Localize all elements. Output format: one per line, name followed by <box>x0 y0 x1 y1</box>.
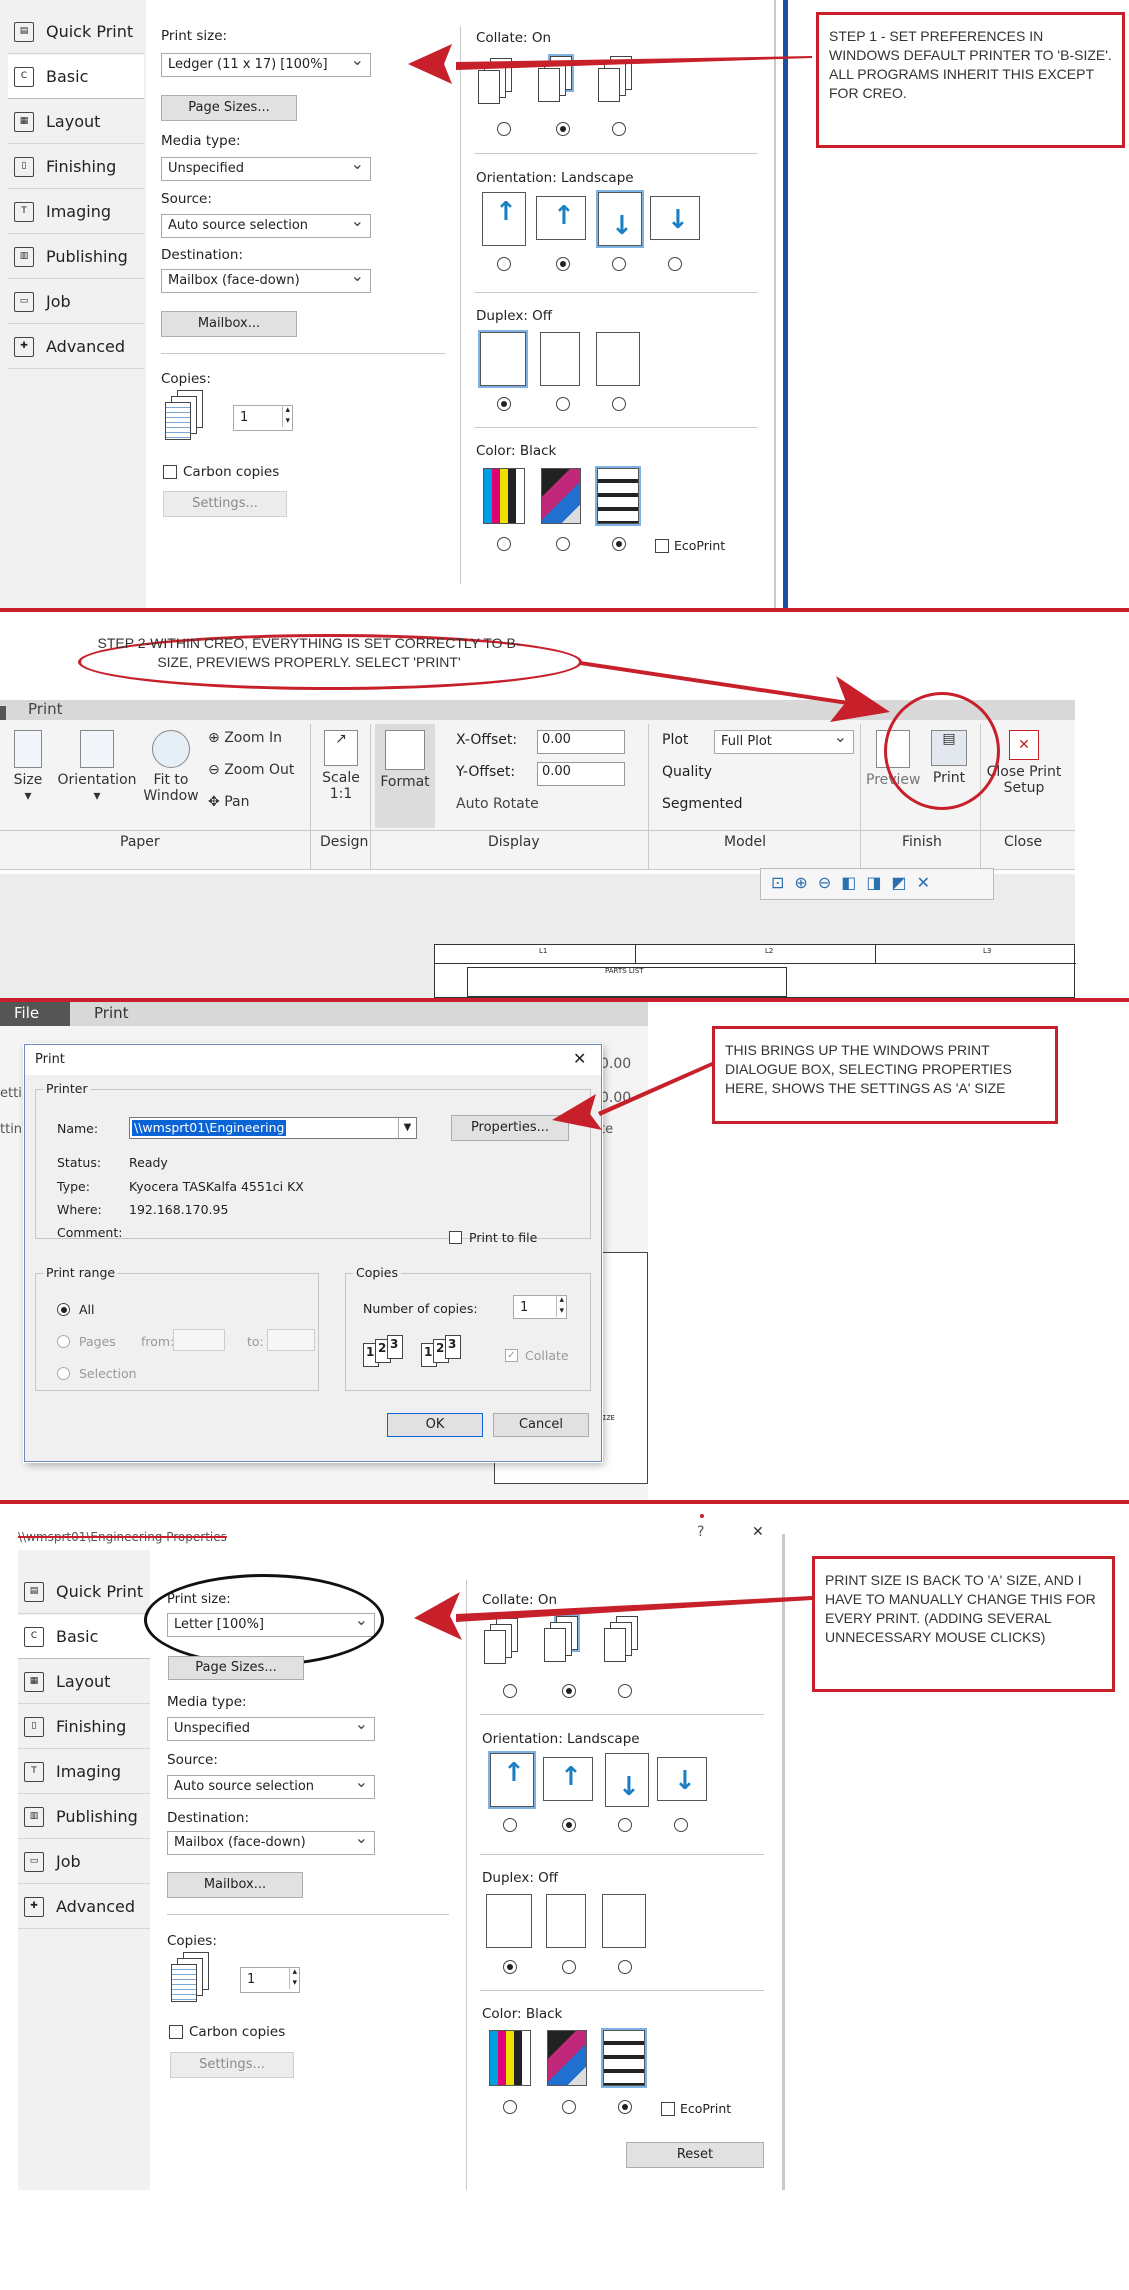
arrow-step3 <box>552 1062 712 1130</box>
arrow-step1 <box>408 44 812 84</box>
arrow-step4 <box>414 1592 812 1640</box>
section-properties-revisited: \\wmsprt01\Engineering Properties ? ✕ ▤ Q… <box>0 1504 1129 2290</box>
composite-screenshot: ▤ Quick Print C Basic ▦ Layout ▯ Finishing T… <box>0 0 1129 2290</box>
section-print-dialog: File Print 0.00 0.00 etti ttin te D PART… <box>0 1002 1129 1500</box>
section-printer-preferences: ▤ Quick Print C Basic ▦ Layout ▯ Finishing T… <box>0 0 1129 610</box>
arrow-step2 <box>580 661 890 722</box>
section-creo-ribbon: Print Size ▾ Orientation ▾ Fit to Window ⊕… <box>0 612 1129 998</box>
